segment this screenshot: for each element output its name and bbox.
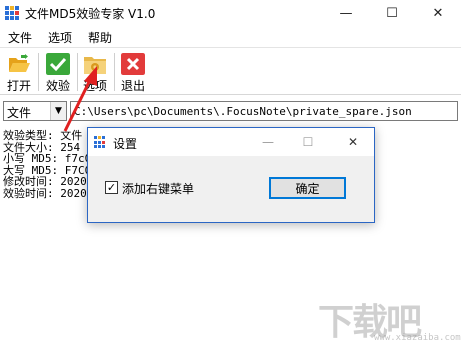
menu-bar: 文件 选项 帮助	[0, 27, 461, 47]
chevron-down-icon[interactable]: ▼	[50, 102, 66, 120]
close-button[interactable]: ✕	[415, 0, 461, 27]
verify-button[interactable]: 效验	[41, 51, 75, 95]
toolbar-separator	[114, 53, 115, 91]
options-button[interactable]: 选项	[78, 51, 112, 95]
file-type-value: 文件	[7, 106, 32, 120]
minimize-button[interactable]: —	[323, 0, 369, 27]
open-label: 打开	[6, 79, 31, 93]
dialog-close-button[interactable]: ✕	[333, 128, 373, 156]
options-label: 选项	[82, 79, 107, 93]
context-menu-checkbox[interactable]: ✓	[105, 181, 118, 194]
path-row: 文件 ▼	[0, 99, 461, 125]
file-path-input[interactable]	[71, 102, 457, 120]
file-path-field[interactable]	[70, 101, 458, 121]
options-folder-icon	[84, 57, 106, 74]
maximize-button[interactable]: ☐	[369, 0, 415, 27]
watermark: 下载吧 www.xiazaiba.com	[318, 293, 461, 345]
dialog-title-bar: 设置 — ☐ ✕	[88, 128, 374, 156]
menu-options[interactable]: 选项	[40, 27, 80, 47]
app-grid-icon	[5, 6, 19, 20]
folder-open-icon	[9, 54, 30, 72]
exit-label: 退出	[120, 79, 145, 93]
exit-x-icon	[121, 53, 145, 75]
toolbar-separator	[38, 53, 39, 91]
title-bar: 文件MD5效验专家 V1.0 — ☐ ✕	[0, 0, 461, 27]
checkmark-icon	[46, 53, 70, 75]
file-type-select[interactable]: 文件 ▼	[3, 101, 67, 121]
open-button[interactable]: 打开	[2, 51, 36, 95]
dialog-minimize-button: —	[262, 135, 274, 149]
watermark-url: www.xiazaiba.com	[374, 333, 461, 343]
dialog-maximize-button: ☐	[302, 135, 314, 149]
window-title: 文件MD5效验专家 V1.0	[25, 7, 156, 21]
dialog-body: ✓ 添加右键菜单 确定	[88, 156, 374, 222]
app-grid-icon	[94, 136, 107, 149]
toolbar: 打开 效验 选项 退出	[0, 47, 461, 95]
ok-button[interactable]: 确定	[269, 177, 346, 199]
menu-help[interactable]: 帮助	[80, 27, 120, 47]
verify-label: 效验	[45, 79, 70, 93]
menu-file[interactable]: 文件	[0, 27, 40, 47]
dialog-title: 设置	[113, 137, 138, 151]
context-menu-label[interactable]: 添加右键菜单	[122, 180, 194, 197]
settings-dialog: 设置 — ☐ ✕ ✓ 添加右键菜单 确定	[87, 127, 375, 223]
exit-button[interactable]: 退出	[116, 51, 150, 95]
